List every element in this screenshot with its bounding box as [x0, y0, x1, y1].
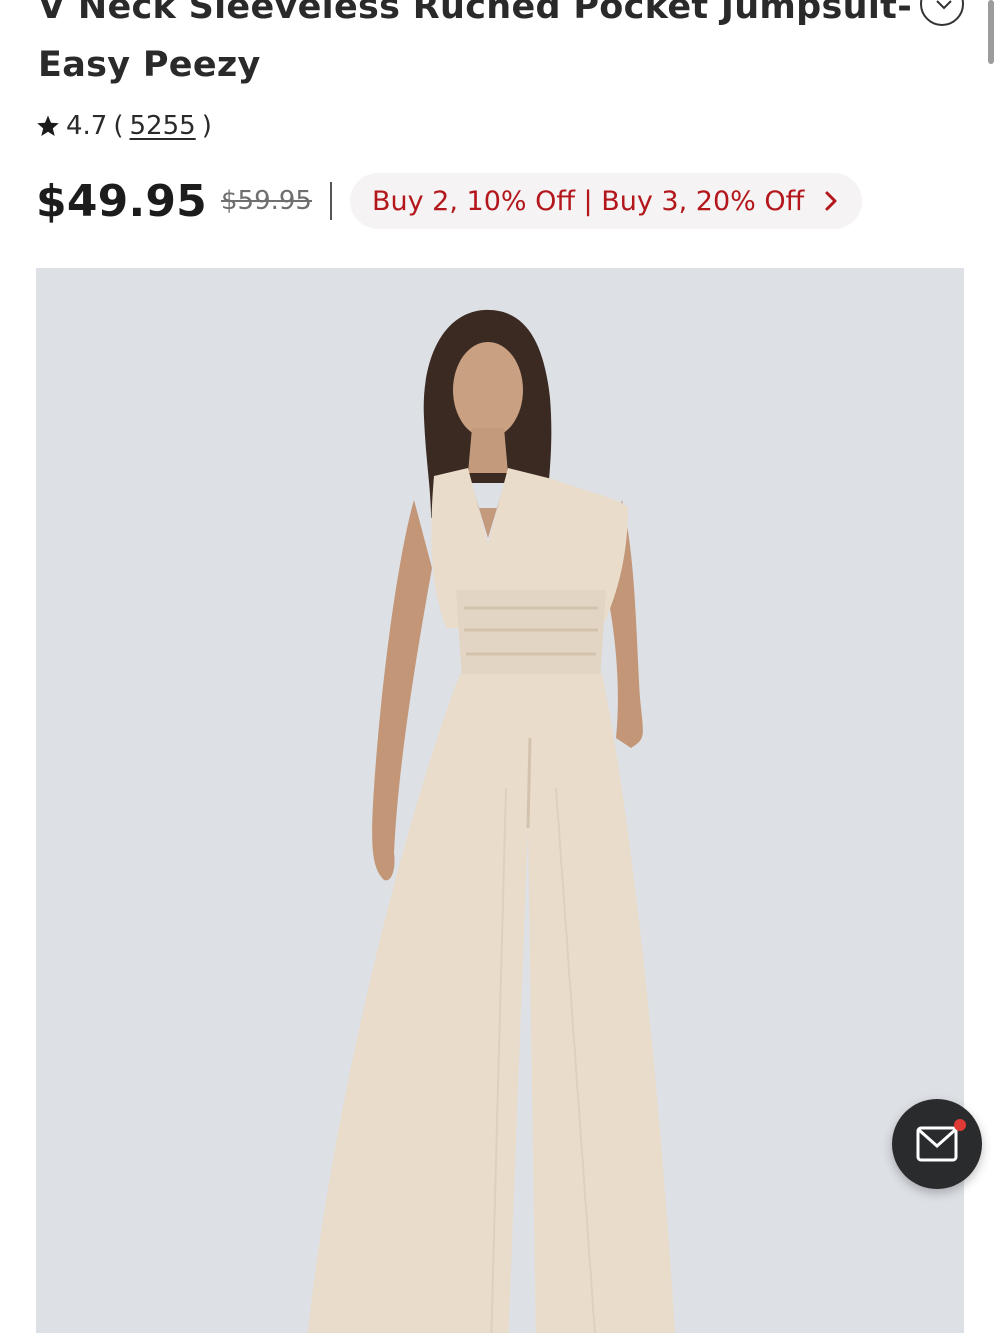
rating-row: 4.7 ( 5255 ) [36, 108, 218, 144]
promo-label: Buy 2, 10% Off | Buy 3, 20% Off [371, 185, 805, 217]
rating-close-paren: ) [201, 111, 212, 141]
price-divider [329, 182, 332, 220]
product-image[interactable] [36, 268, 964, 1333]
product-title-line-1: V Neck Sleeveless Ruched Pocket Jumpsuit… [38, 0, 913, 27]
product-title: V Neck Sleeveless Ruched Pocket Jumpsuit… [38, 0, 913, 94]
promo-offer-button[interactable]: Buy 2, 10% Off | Buy 3, 20% Off [349, 173, 863, 229]
review-count-link[interactable]: 5255 [130, 111, 196, 141]
notification-dot [954, 1119, 966, 1131]
mail-fab-button[interactable] [892, 1099, 982, 1189]
mail-icon [916, 1126, 958, 1162]
rating-open-paren: ( [113, 111, 124, 141]
chevron-right-icon [825, 191, 837, 211]
collapse-button[interactable] [920, 0, 964, 26]
product-title-line-2: Easy Peezy [38, 45, 261, 85]
rating-value: 4.7 [66, 111, 108, 141]
price-row: $49.95 $59.95 Buy 2, 10% Off | Buy 3, 20… [36, 172, 863, 230]
chevron-down-icon [936, 0, 952, 10]
current-price: $49.95 [36, 175, 207, 227]
scrollbar-thumb[interactable] [988, 0, 994, 64]
star-icon [37, 115, 59, 136]
model-jumpsuit-image [307, 309, 676, 1333]
original-price: $59.95 [221, 186, 312, 216]
